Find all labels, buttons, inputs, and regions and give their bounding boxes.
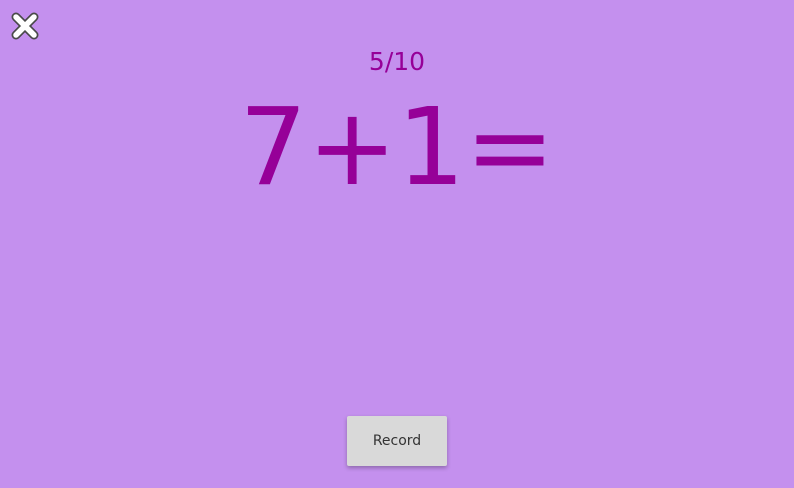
record-button[interactable]: Record [347, 416, 447, 466]
close-button[interactable] [10, 11, 40, 41]
close-icon [11, 12, 39, 40]
question-progress: 5/10 [368, 47, 426, 76]
math-equation: 7+1= [239, 86, 555, 210]
